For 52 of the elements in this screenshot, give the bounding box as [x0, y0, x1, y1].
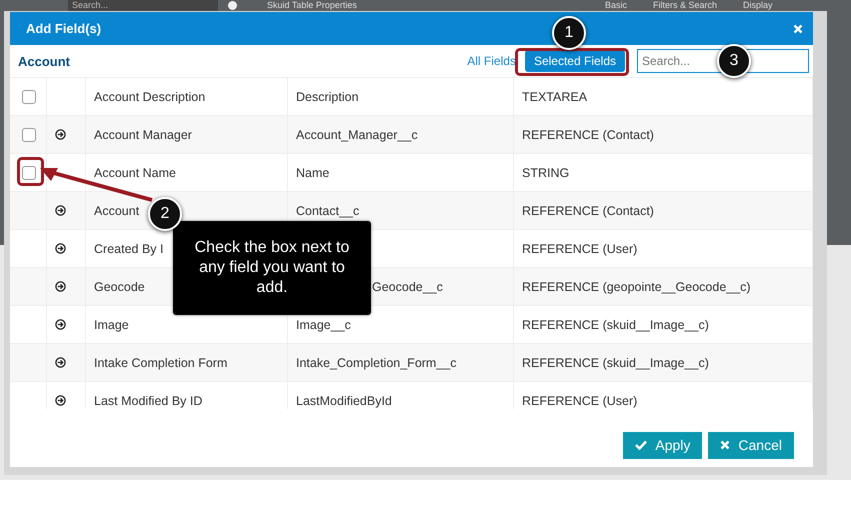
- circle-arrow-icon[interactable]: [55, 319, 66, 330]
- field-name: Contact__c: [296, 204, 360, 218]
- highlight-frame: [17, 157, 44, 186]
- field-type: REFERENCE (User): [522, 394, 638, 408]
- field-label: Account: [94, 204, 140, 218]
- field-name: Image__c: [296, 318, 351, 332]
- field-type: REFERENCE (Contact): [522, 128, 654, 142]
- field-name: Name: [296, 166, 330, 180]
- tab[interactable]: Display: [735, 0, 781, 11]
- field-type: STRING: [522, 166, 570, 180]
- field-name: Geocode__c: [372, 280, 443, 294]
- checkbox[interactable]: [22, 128, 36, 142]
- circle-arrow-icon[interactable]: [55, 357, 66, 368]
- field-name: Description: [296, 90, 359, 104]
- field-type: REFERENCE (geopointe__Geocode__c): [522, 280, 751, 294]
- panel-title: Skuid Table Properties: [267, 0, 358, 11]
- field-type: REFERENCE (User): [522, 242, 638, 256]
- field-label: Account Name: [94, 166, 176, 180]
- tab[interactable]: Basic: [597, 0, 636, 11]
- search-field[interactable]: Search...: [68, 0, 218, 11]
- circle-arrow-icon[interactable]: [55, 243, 66, 254]
- close-icon[interactable]: [793, 24, 803, 34]
- callout-tooltip: Check the box next to any field you want to add.: [173, 221, 371, 315]
- filter-tab[interactable]: All Fields: [458, 50, 525, 72]
- field-name: Intake_Completion_Form__c: [296, 356, 456, 370]
- field-label: Account Manager: [94, 128, 192, 142]
- check-icon: [635, 440, 648, 450]
- circle-arrow-icon[interactable]: [55, 129, 66, 140]
- checkbox[interactable]: [22, 90, 36, 104]
- dialog-title: Add Field(s): [26, 21, 102, 36]
- field-type: REFERENCE (Contact): [522, 204, 654, 218]
- field-name: Account_Manager__c: [296, 128, 418, 142]
- filter-tab[interactable]: Selected Fields: [524, 50, 625, 72]
- field-name: LastModifiedById: [296, 394, 392, 408]
- tab[interactable]: Filters & Search: [645, 0, 726, 11]
- field-type: REFERENCE (skuid__Image__c): [522, 356, 709, 370]
- field-label: Account Description: [94, 90, 206, 104]
- checkbox[interactable]: [22, 166, 36, 180]
- field-label: Image: [94, 318, 129, 332]
- cancel-button[interactable]: Cancel: [708, 432, 794, 458]
- close-icon: [720, 440, 730, 450]
- field-label: Geocode: [94, 280, 145, 294]
- field-label: Created By I: [94, 242, 164, 256]
- circle-arrow-icon[interactable]: [55, 205, 66, 216]
- field-type: TEXTAREA: [522, 90, 588, 104]
- circle-arrow-icon[interactable]: [55, 281, 66, 292]
- field-label: Intake Completion Form: [94, 356, 228, 370]
- apply-button[interactable]: Apply: [623, 432, 702, 458]
- field-label: Last Modified By ID: [94, 394, 202, 408]
- circle-arrow-icon[interactable]: [55, 395, 66, 406]
- object-name: Account: [18, 54, 71, 68]
- field-type: REFERENCE (skuid__Image__c): [522, 318, 709, 332]
